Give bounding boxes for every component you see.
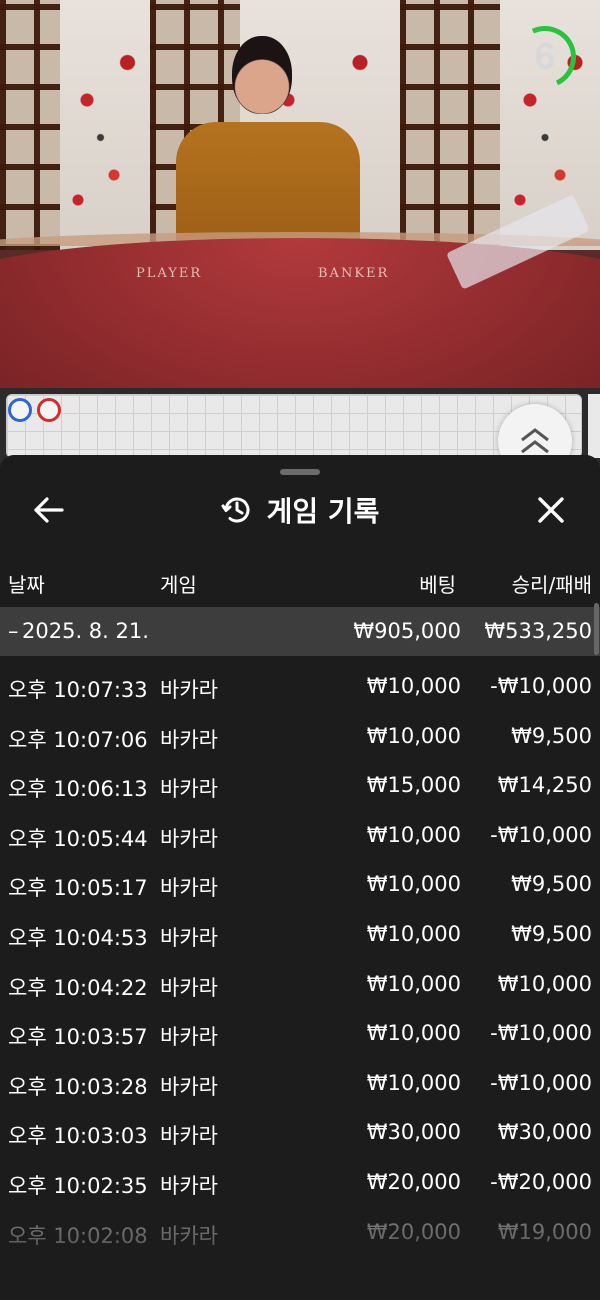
lattice-screen-center-right (400, 0, 500, 250)
row-game: 바카라 (160, 876, 218, 901)
row-bet: ₩10,000 (366, 971, 461, 996)
arrow-left-icon (34, 497, 64, 523)
row-bet: ₩10,000 (366, 674, 461, 698)
history-row[interactable]: 오후 10:04:22 바카라 ₩10,000 ₩10,000 (0, 958, 600, 1008)
row-result: -₩10,000 (490, 1070, 592, 1095)
row-result: ₩14,250 (497, 773, 592, 798)
sheet-title: 게임 기록 (266, 495, 380, 528)
blossom-panel-left (60, 0, 150, 250)
row-bet: ₩10,000 (366, 921, 461, 946)
back-button[interactable] (28, 489, 70, 531)
history-row[interactable]: 오후 10:04:53 바카라 ₩10,000 ₩9,500 (0, 908, 600, 958)
history-row[interactable]: 오후 10:02:35 바카라 ₩20,000 -₩20,000 (0, 1156, 600, 1206)
history-row[interactable]: 오후 10:02:08 바카라 ₩20,000 ₩19,000 (0, 1206, 600, 1256)
row-bet: ₩20,000 (366, 1169, 461, 1194)
history-row[interactable]: 오후 10:03:57 바카라 ₩10,000 -₩10,000 (0, 1007, 600, 1057)
row-game: 바카라 (160, 975, 218, 1000)
row-time: 오후 10:02:08 (8, 1223, 148, 1248)
felt-banker-label: BANKER (318, 266, 390, 281)
row-result: ₩9,500 (511, 872, 592, 897)
bead-player (8, 398, 32, 422)
row-game: 바카라 (160, 1173, 218, 1198)
scrollbar[interactable] (594, 603, 599, 655)
row-game: 바카라 (160, 678, 218, 702)
row-bet: ₩15,000 (366, 773, 461, 798)
day-total-bet: ₩905,000 (353, 619, 461, 643)
roadmap-grid (6, 394, 582, 458)
collapse-dash-icon: – (8, 619, 19, 643)
row-game: 바카라 (160, 925, 218, 950)
dealer-head (232, 36, 292, 114)
row-game: 바카라 (160, 826, 218, 851)
row-result: ₩19,000 (497, 1219, 592, 1244)
row-time: 오후 10:05:17 (8, 876, 148, 901)
history-row[interactable]: 오후 10:07:33 바카라 ₩10,000 -₩10,000 (0, 660, 600, 710)
roadmap-grid-edge (588, 394, 600, 458)
row-result: -₩10,000 (490, 822, 592, 847)
history-row[interactable]: 오후 10:03:28 바카라 ₩10,000 -₩10,000 (0, 1057, 600, 1107)
row-time: 오후 10:04:53 (8, 925, 148, 950)
row-time: 오후 10:03:57 (8, 1025, 148, 1050)
history-row[interactable]: 오후 10:03:03 바카라 ₩30,000 ₩30,000 (0, 1106, 600, 1156)
row-result: ₩30,000 (497, 1120, 592, 1145)
history-row[interactable]: 오후 10:06:13 바카라 ₩15,000 ₩14,250 (0, 759, 600, 809)
row-bet: ₩10,000 (366, 1021, 461, 1046)
row-game: 바카라 (160, 777, 218, 802)
row-time: 오후 10:06:13 (8, 777, 148, 802)
row-game: 바카라 (160, 1025, 218, 1050)
row-time: 오후 10:07:06 (8, 727, 148, 752)
column-bet[interactable]: 베팅 (419, 569, 456, 598)
row-bet: ₩10,000 (366, 822, 461, 847)
sheet-drag-handle[interactable] (280, 469, 320, 475)
row-time: 오후 10:02:35 (8, 1173, 148, 1198)
game-history-sheet: 게임 기록 날짜 게임 베팅 승리/패배 – 2025. 8. 21. ₩905… (0, 455, 600, 1300)
history-row[interactable]: 오후 10:07:06 바카라 ₩10,000 ₩9,500 (0, 710, 600, 760)
column-game[interactable]: 게임 (160, 569, 197, 598)
row-result: -₩10,000 (490, 674, 592, 698)
countdown-timer: 6 (534, 36, 556, 78)
history-list: 오후 10:07:33 바카라 ₩10,000 -₩10,000 오후 10:07:06… (0, 660, 600, 1255)
row-time: 오후 10:03:03 (8, 1124, 148, 1149)
felt-player-label: PLAYER (136, 266, 203, 281)
column-date[interactable]: 날짜 (8, 569, 45, 598)
row-time: 오후 10:03:28 (8, 1074, 148, 1099)
row-result: ₩10,000 (497, 971, 592, 996)
row-result: -₩10,000 (490, 1021, 592, 1046)
history-row[interactable]: 오후 10:05:44 바카라 ₩10,000 -₩10,000 (0, 809, 600, 859)
row-time: 오후 10:04:22 (8, 975, 148, 1000)
row-game: 바카라 (160, 1124, 218, 1149)
live-video-feed: PLAYER BANKER 6 (0, 0, 600, 388)
bead-banker (37, 398, 61, 422)
row-game: 바카라 (160, 1074, 218, 1099)
sheet-header: 게임 기록 (0, 477, 600, 543)
history-clock-icon (221, 497, 250, 523)
row-bet: ₩30,000 (366, 1120, 461, 1145)
row-game: 바카라 (160, 727, 218, 752)
row-game: 바카라 (160, 1223, 218, 1248)
day-date: 2025. 8. 21. (22, 619, 149, 643)
close-icon (538, 497, 564, 523)
row-result: -₩20,000 (490, 1169, 592, 1194)
row-bet: ₩10,000 (366, 1070, 461, 1095)
row-bet: ₩20,000 (366, 1219, 461, 1244)
row-time: 오후 10:07:33 (8, 678, 148, 702)
row-result: ₩9,500 (511, 723, 592, 748)
chevron-double-up-icon (521, 428, 549, 454)
day-summary-row[interactable]: – 2025. 8. 21. ₩905,000 ₩533,250 (0, 607, 600, 656)
history-row[interactable]: 오후 10:05:17 바카라 ₩10,000 ₩9,500 (0, 858, 600, 908)
column-result[interactable]: 승리/패배 (512, 569, 592, 598)
column-headers: 날짜 게임 베팅 승리/패배 (0, 565, 600, 599)
row-bet: ₩10,000 (366, 723, 461, 748)
row-result: ₩9,500 (511, 921, 592, 946)
row-bet: ₩10,000 (366, 872, 461, 897)
day-total-result: ₩533,250 (484, 619, 592, 643)
row-time: 오후 10:05:44 (8, 826, 148, 851)
lattice-screen-left (0, 0, 60, 250)
close-button[interactable] (530, 489, 572, 531)
